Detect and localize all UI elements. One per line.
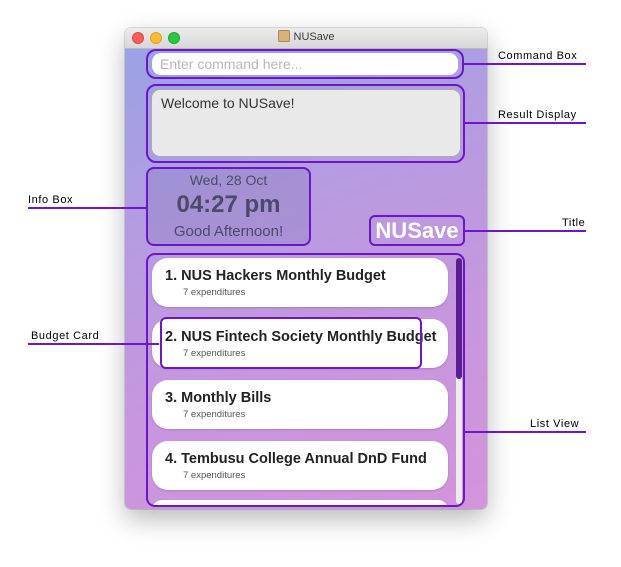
list-scrollbar[interactable]: [456, 258, 462, 504]
list-view-callout-line: [465, 431, 586, 433]
budget-card-title: 4. Tembusu College Annual DnD Fund: [165, 451, 427, 467]
title-label: Title: [562, 217, 586, 229]
app-window: NUSave Welcome to NUSave! Wed, 28 Oct 04…: [125, 28, 487, 509]
app-title: NUSave: [369, 215, 465, 246]
info-box: Wed, 28 Oct 04:27 pm Good Afternoon!: [146, 167, 311, 246]
info-box-callout-line: [28, 207, 146, 209]
result-text: Welcome to NUSave!: [161, 95, 295, 111]
info-greeting: Good Afternoon!: [173, 223, 284, 240]
budget-card-subtitle: 7 expenditures: [183, 287, 246, 298]
app-icon: [277, 30, 290, 42]
app-content: Welcome to NUSave! Wed, 28 Oct 04:27 pm …: [125, 49, 487, 509]
app-title-text: NUSave: [375, 218, 459, 243]
command-input[interactable]: [152, 53, 458, 75]
list-scrollbar-thumb[interactable]: [456, 258, 462, 379]
title-callout-line: [465, 230, 586, 232]
command-box-label: Command Box: [498, 50, 578, 62]
window-title: NUSave: [125, 30, 487, 43]
budget-card[interactable]: 4. Tembusu College Annual DnD Fund 7 exp…: [152, 441, 448, 490]
budget-card-title: 3. Monthly Bills: [165, 390, 272, 406]
info-time: 04:27 pm: [176, 191, 281, 218]
command-box-callout-line: [464, 63, 586, 65]
result-display-callout-line: [465, 122, 586, 124]
list-view-label: List View: [530, 418, 580, 430]
info-date: Wed, 28 Oct: [189, 172, 268, 188]
result-display-label: Result Display: [498, 109, 577, 121]
budget-list-view[interactable]: 1. NUS Hackers Monthly Budget 7 expendit…: [146, 253, 465, 507]
budget-card-subtitle: 7 expenditures: [183, 470, 246, 481]
budget-card-partial[interactable]: [152, 500, 448, 505]
info-box-label: Info Box: [28, 194, 74, 206]
title-bar: NUSave: [125, 28, 487, 49]
budget-card-subtitle: 7 expenditures: [183, 409, 246, 420]
budget-card-title: 1. NUS Hackers Monthly Budget: [165, 268, 386, 284]
budget-card[interactable]: 3. Monthly Bills 7 expenditures: [152, 380, 448, 429]
window-title-text: NUSave: [293, 31, 335, 43]
budget-card[interactable]: 1. NUS Hackers Monthly Budget 7 expendit…: [152, 258, 448, 307]
budget-card-callout-line: [28, 343, 159, 345]
budget-card-highlight: [160, 317, 422, 369]
budget-card-label: Budget Card: [31, 330, 100, 342]
result-display: Welcome to NUSave!: [151, 89, 461, 157]
